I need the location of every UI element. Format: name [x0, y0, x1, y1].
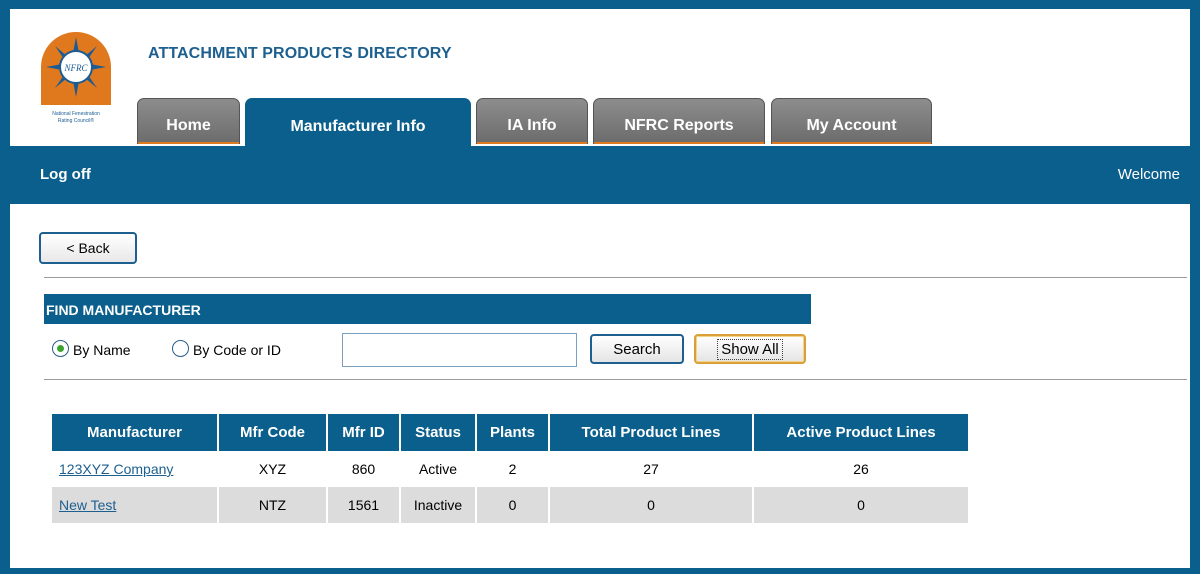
plants-cell: 0: [476, 487, 550, 523]
radio-by-name-label: By Name: [73, 342, 131, 358]
total-lines-cell: 27: [549, 451, 754, 487]
tab-my-account[interactable]: My Account: [771, 98, 932, 144]
table-row: New Test NTZ 1561 Inactive 0 0 0: [52, 487, 968, 523]
status-cell: Inactive: [400, 487, 477, 523]
plants-cell: 2: [476, 451, 550, 487]
manufacturer-link[interactable]: 123XYZ Company: [59, 461, 173, 477]
active-lines-cell: 0: [753, 487, 968, 523]
welcome-text: Welcome: [1117, 166, 1180, 183]
tab-home[interactable]: Home: [137, 98, 240, 144]
radio-by-name[interactable]: [52, 340, 69, 357]
tab-nfrc-reports[interactable]: NFRC Reports: [593, 98, 765, 144]
col-header-plants[interactable]: Plants: [476, 414, 550, 451]
back-button[interactable]: < Back: [39, 232, 137, 264]
nfrc-logo: NFRC National Fenestration Rating Counci…: [37, 27, 115, 124]
tab-manufacturer-info[interactable]: Manufacturer Info: [245, 98, 471, 146]
mfr-code-cell: NTZ: [218, 487, 328, 523]
nav-bar: Log off Welcome: [10, 146, 1190, 204]
page-frame: NFRC National Fenestration Rating Counci…: [0, 0, 1200, 574]
manufacturer-cell: 123XYZ Company: [52, 451, 219, 487]
mfr-id-cell: 1561: [327, 487, 401, 523]
col-header-active-product-lines[interactable]: Active Product Lines: [753, 414, 968, 451]
radio-by-code[interactable]: [172, 340, 189, 357]
search-button[interactable]: Search: [590, 334, 684, 364]
show-all-button[interactable]: Show All: [694, 334, 806, 364]
status-cell: Active: [400, 451, 477, 487]
col-header-status[interactable]: Status: [400, 414, 477, 451]
show-all-label: Show All: [717, 338, 783, 360]
tab-ia-info[interactable]: IA Info: [476, 98, 588, 144]
col-header-mfr-code[interactable]: Mfr Code: [218, 414, 328, 451]
logo-lettering: NFRC: [63, 63, 88, 73]
manufacturer-table: Manufacturer Mfr Code Mfr ID Status Plan…: [52, 414, 968, 523]
site-title: ATTACHMENT PRODUCTS DIRECTORY: [148, 45, 452, 62]
mfr-code-cell: XYZ: [218, 451, 328, 487]
divider: [44, 379, 1187, 380]
total-lines-cell: 0: [549, 487, 754, 523]
svg-text:National Fenestration: National Fenestration: [52, 111, 100, 117]
manufacturer-link[interactable]: New Test: [59, 497, 116, 513]
mfr-id-cell: 860: [327, 451, 401, 487]
search-input[interactable]: [342, 333, 577, 367]
table-row: 123XYZ Company XYZ 860 Active 2 27 26: [52, 451, 968, 487]
find-manufacturer-header: FIND MANUFACTURER: [44, 294, 811, 324]
header: NFRC National Fenestration Rating Counci…: [10, 9, 1190, 146]
col-header-manufacturer[interactable]: Manufacturer: [52, 414, 219, 451]
col-header-total-product-lines[interactable]: Total Product Lines: [549, 414, 754, 451]
svg-text:Rating Council®: Rating Council®: [58, 117, 95, 124]
radio-by-code-label: By Code or ID: [193, 342, 281, 358]
manufacturer-cell: New Test: [52, 487, 219, 523]
logoff-link[interactable]: Log off: [40, 166, 91, 183]
divider: [44, 277, 1187, 278]
table-header-row: Manufacturer Mfr Code Mfr ID Status Plan…: [52, 414, 968, 451]
col-header-mfr-id[interactable]: Mfr ID: [327, 414, 401, 451]
active-lines-cell: 26: [753, 451, 968, 487]
